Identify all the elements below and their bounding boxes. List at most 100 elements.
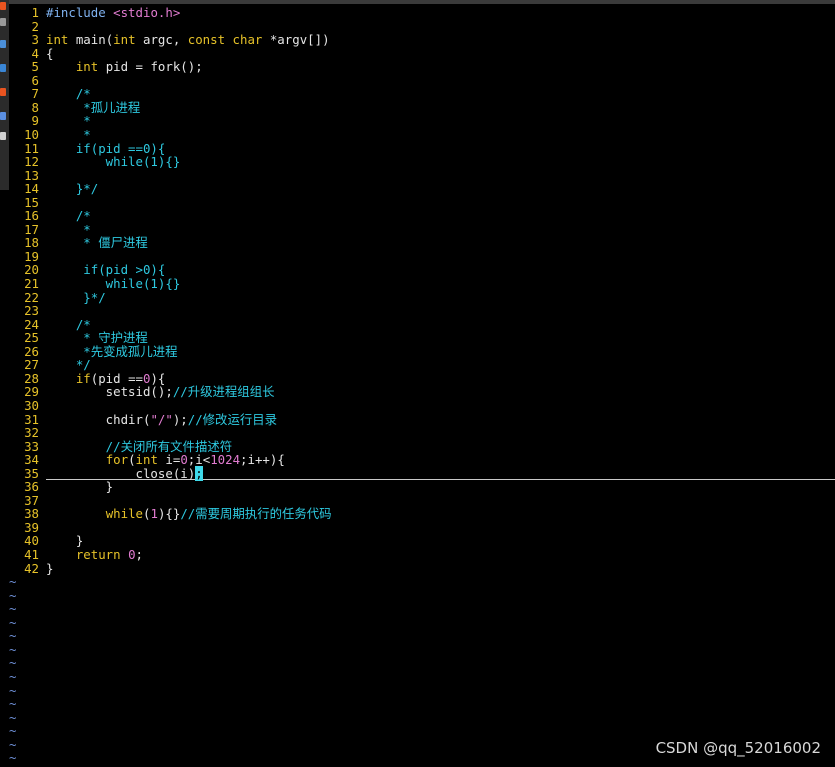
code-line[interactable]: 19 [9, 250, 46, 264]
code-line[interactable]: 42} [9, 561, 53, 576]
code-text: }*/ [39, 182, 98, 196]
code-line[interactable]: 15 [9, 196, 46, 210]
tilde-marker: ~ [9, 682, 17, 698]
code-text: if(pid >0){ [39, 263, 165, 277]
code-token: chdir( [46, 411, 151, 427]
code-text: { [39, 46, 53, 61]
code-line[interactable]: 29 setsid();//升级进程组组长 [9, 385, 274, 399]
code-line[interactable]: 16 /* [9, 209, 91, 223]
line-number: 10 [24, 126, 39, 142]
code-text: return 0; [39, 548, 143, 562]
code-line[interactable]: 12 while(1){} [9, 155, 180, 169]
code-token: pid = fork(); [98, 59, 203, 75]
code-token: <stdio.h> [113, 5, 181, 20]
code-line[interactable]: 3 int main(int argc, const char *argv[]) [9, 33, 330, 47]
empty-buffer-line: ~ [9, 724, 21, 738]
tilde-marker: ~ [9, 587, 17, 603]
code-line[interactable]: 7 /* [9, 87, 91, 101]
code-line[interactable]: 33 //关闭所有文件描述符 [9, 438, 232, 454]
line-number: 16 [24, 208, 39, 224]
code-token: while [105, 506, 143, 522]
code-token: while(1){} [46, 154, 181, 170]
code-text: */ [39, 358, 91, 372]
code-line[interactable]: 5 int pid = fork(); [9, 60, 203, 74]
code-token: ; [135, 547, 144, 562]
code-line[interactable]: 1 #include <stdio.h> [9, 5, 181, 20]
code-line[interactable]: 38 while(1){}//需要周期执行的任务代码 [9, 506, 331, 522]
code-line[interactable]: 21 while(1){} [9, 277, 180, 291]
code-text: }*/ [39, 290, 105, 305]
code-text: } [39, 561, 53, 576]
code-token: //修改运行目录 [187, 411, 278, 427]
vim-editor[interactable]: 1 #include <stdio.h> 2 3 int main(int argc, … [9, 4, 835, 767]
code-line[interactable]: 41 return 0; [9, 548, 143, 562]
line-number: 27 [24, 357, 39, 373]
code-line[interactable]: 24 /* [9, 316, 91, 332]
code-line[interactable]: 9 * [9, 114, 91, 128]
code-line[interactable]: 28 if(pid ==0){ [9, 372, 165, 386]
dock-app-icon-7[interactable] [0, 132, 6, 140]
line-number: 1 [31, 5, 39, 20]
code-text: *先变成孤儿进程 [39, 344, 177, 359]
code-token: #include [46, 5, 114, 20]
empty-buffer-line: ~ [9, 656, 21, 670]
code-line[interactable]: 20 if(pid >0){ [9, 263, 165, 277]
code-line[interactable]: 8 *孤儿进程 [9, 101, 141, 115]
line-number: 24 [24, 316, 39, 332]
code-line[interactable]: 4{ [9, 46, 54, 61]
code-text: /* [39, 317, 91, 332]
code-line[interactable]: 2 [9, 19, 46, 34]
code-line[interactable]: 6 [9, 74, 46, 88]
dock-app-icon-6[interactable] [0, 112, 6, 120]
dock-app-icon-1[interactable] [0, 2, 6, 10]
line-number: 37 [24, 492, 39, 508]
code-line[interactable]: 32 [9, 426, 46, 440]
code-line[interactable]: 35 close(i); [9, 465, 203, 481]
line-number: 33 [24, 438, 39, 454]
code-line[interactable]: 27 */ [9, 358, 91, 372]
code-token: ); [172, 411, 188, 427]
code-line[interactable]: 17 * [9, 223, 91, 237]
code-text: setsid();//升级进程组组长 [39, 385, 275, 399]
line-number: 32 [24, 425, 39, 441]
watermark: CSDN @qq_52016002 [655, 739, 821, 757]
tilde-marker: ~ [9, 723, 17, 739]
line-number: 40 [24, 533, 39, 549]
code-token: ;i++){ [240, 452, 285, 468]
code-line[interactable]: 34 for(int i=0;i<1024;i++){ [9, 453, 285, 467]
code-line[interactable]: 31 chdir("/");//修改运行目录 [9, 411, 278, 427]
code-token: main( [68, 32, 114, 48]
code-line[interactable]: 11 if(pid ==0){ [9, 141, 165, 156]
tilde-marker: ~ [9, 628, 17, 644]
dock-app-icon-4[interactable] [0, 64, 6, 72]
empty-buffer-line: ~ [9, 751, 21, 765]
dock-app-icon-5[interactable] [0, 88, 6, 96]
line-number: 20 [24, 262, 39, 278]
code-line[interactable]: 40 } [9, 534, 83, 548]
code-line[interactable]: 36 } [9, 480, 113, 494]
code-token: 0 [128, 547, 136, 562]
code-text: //关闭所有文件描述符 [39, 439, 232, 454]
tilde-marker: ~ [9, 574, 17, 590]
code-line[interactable]: 25 * 守护进程 [9, 331, 148, 345]
tilde-marker: ~ [9, 750, 17, 766]
code-line[interactable]: 26 *先变成孤儿进程 [9, 344, 177, 359]
code-line[interactable]: 13 [9, 169, 46, 183]
code-line[interactable]: 22 }*/ [9, 290, 106, 305]
line-number: 17 [24, 221, 39, 237]
code-line[interactable]: 23 [9, 304, 46, 318]
code-line[interactable]: 30 [9, 399, 46, 413]
line-number: 34 [24, 452, 39, 468]
line-number: 38 [24, 506, 39, 522]
code-line[interactable]: 37 [9, 494, 46, 508]
code-text: * [39, 128, 90, 142]
code-line[interactable]: 10 * [9, 128, 91, 142]
dock-app-icon-2[interactable] [0, 18, 6, 26]
code-line[interactable]: 18 * 僵尸进程 [9, 236, 148, 250]
code-line[interactable]: 39 [9, 521, 46, 535]
code-line[interactable]: 14 }*/ [9, 182, 98, 196]
dock-app-icon-3[interactable] [0, 40, 6, 48]
